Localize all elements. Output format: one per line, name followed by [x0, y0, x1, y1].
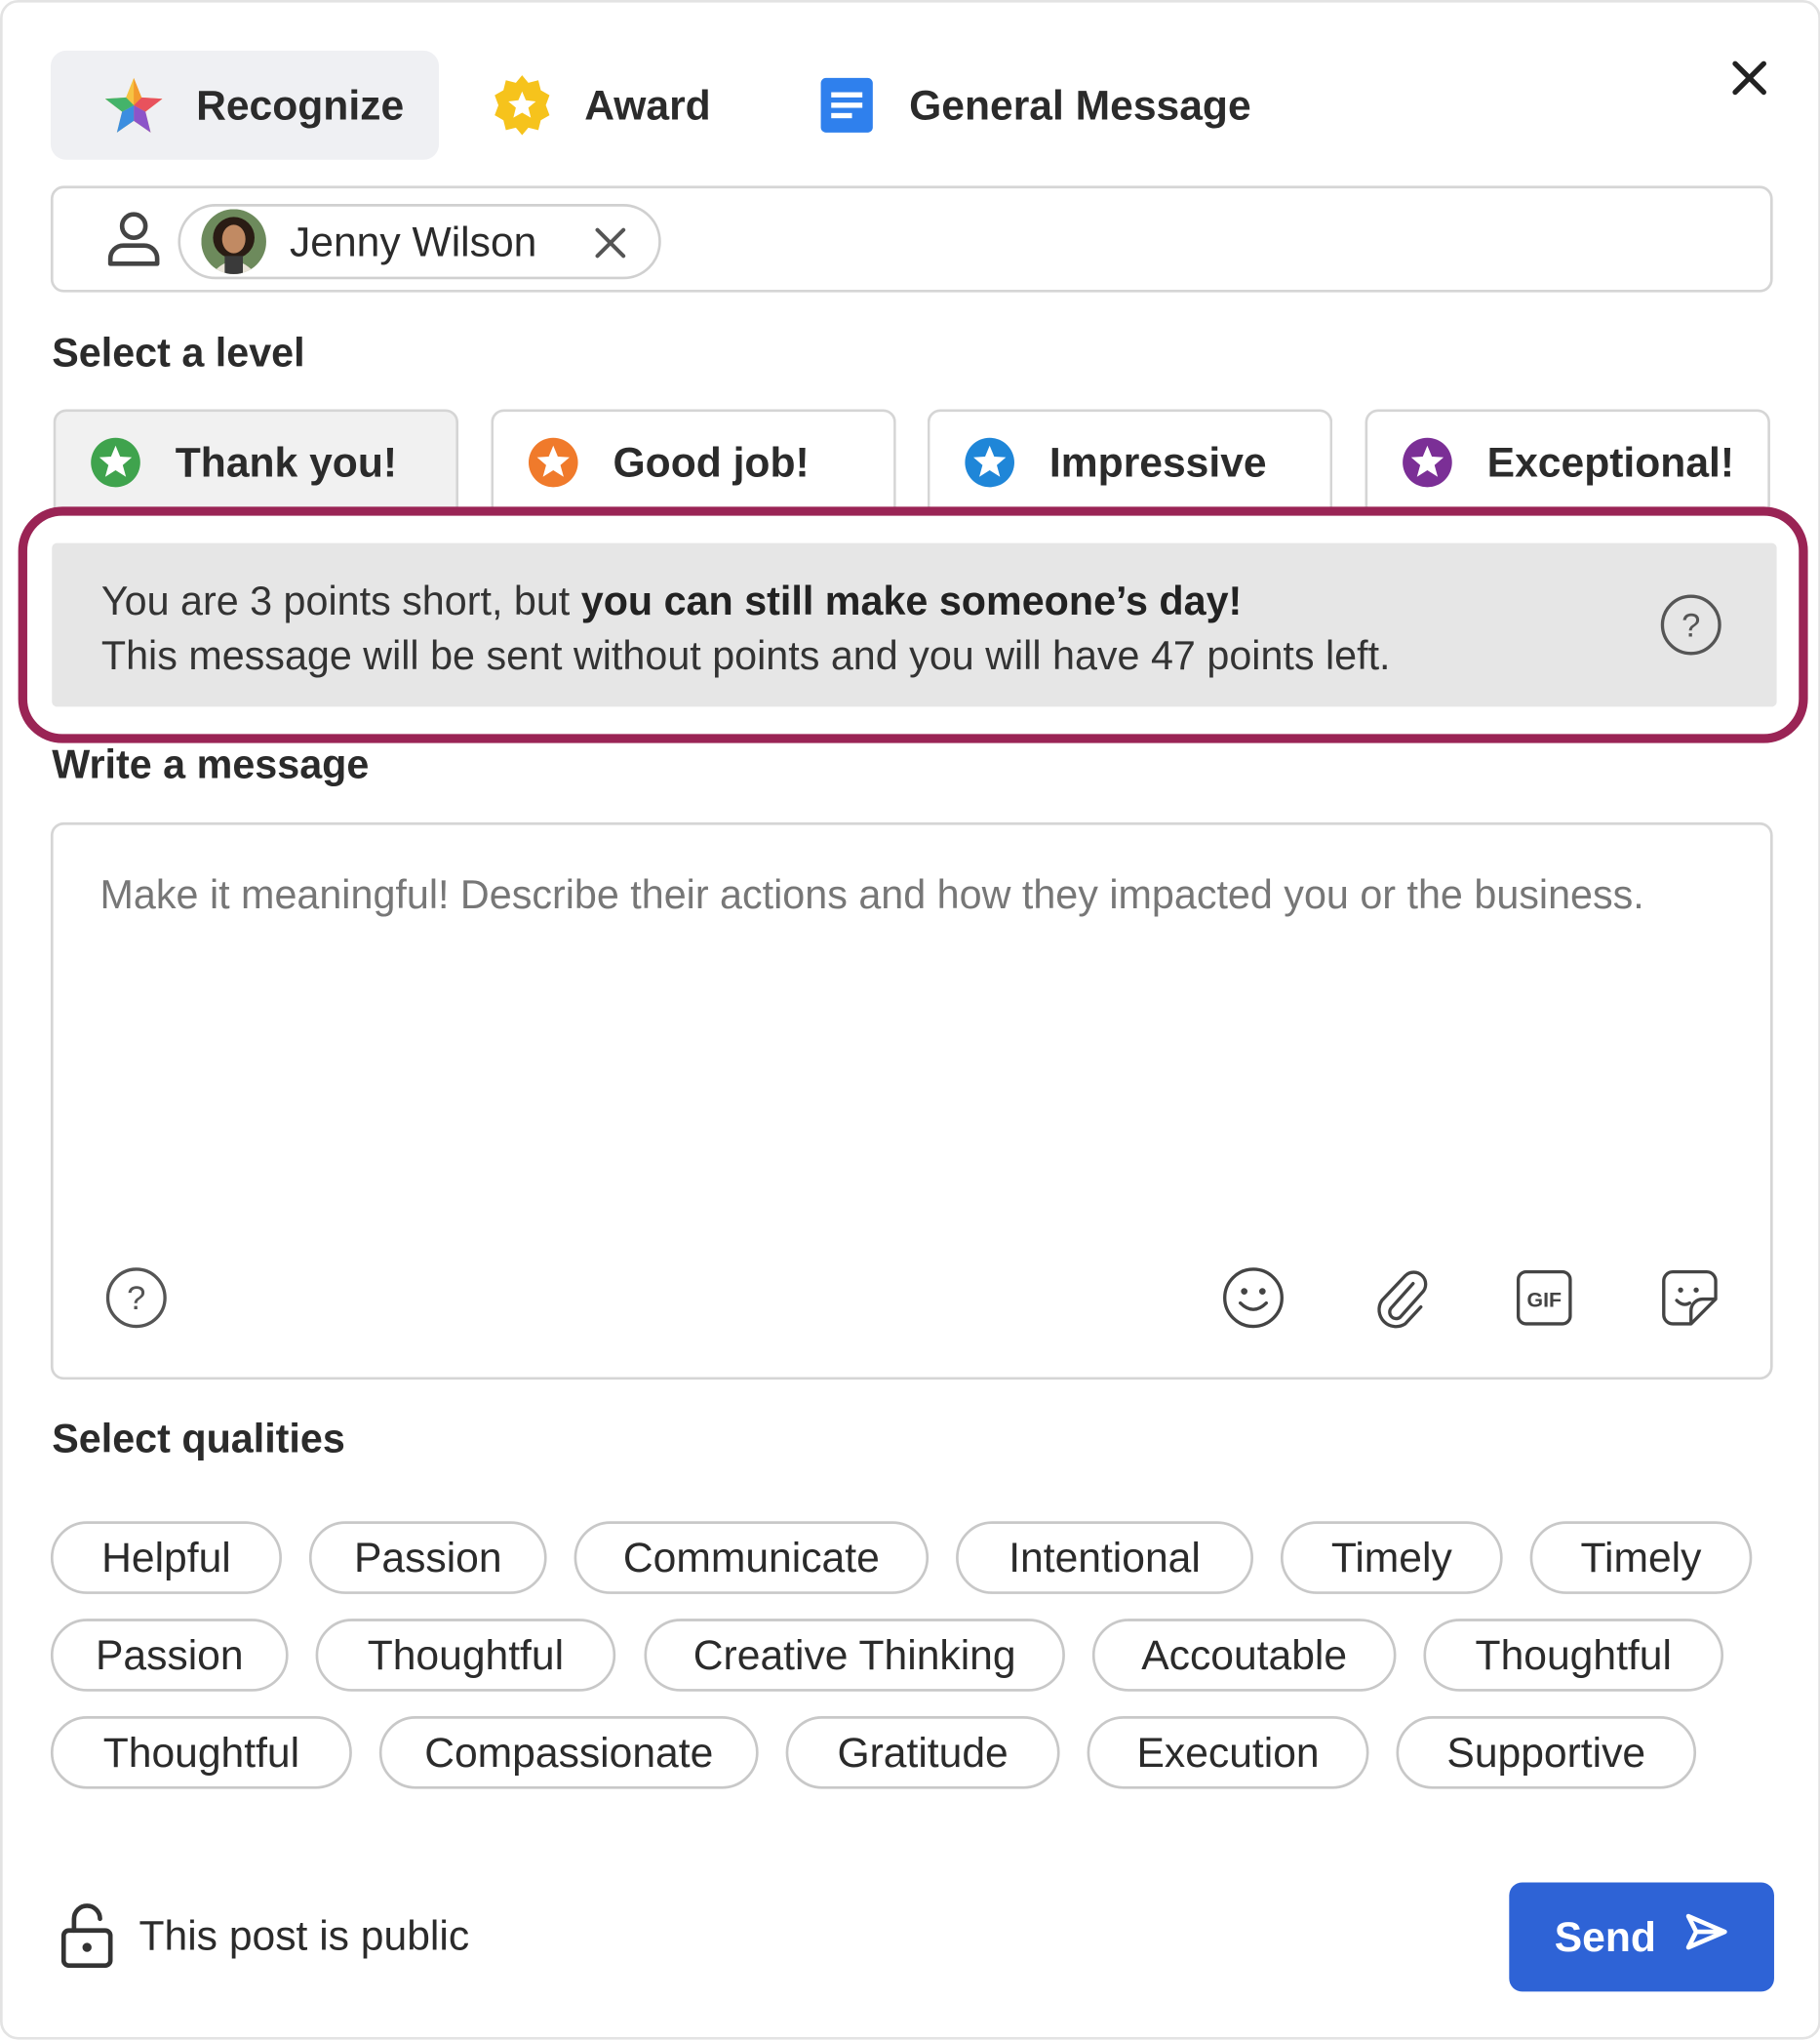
level-good-job[interactable]: Good job!	[491, 409, 896, 513]
help-icon[interactable]: ?	[1660, 594, 1722, 657]
help-icon[interactable]: ?	[102, 1264, 170, 1332]
svg-text:?: ?	[1682, 607, 1700, 644]
level-thank-you[interactable]: Thank you!	[53, 409, 459, 513]
avatar	[201, 209, 266, 274]
rainbow-star-icon	[102, 74, 165, 137]
sticker-icon[interactable]	[1656, 1264, 1723, 1332]
svg-text:GIF: GIF	[1527, 1289, 1563, 1312]
recipient-name: Jenny Wilson	[289, 218, 537, 264]
recognition-dialog: Recognize Award General Message Jenny Wi…	[0, 0, 1820, 2040]
quality-pill[interactable]: Supportive	[1396, 1716, 1697, 1789]
gif-icon[interactable]: GIF	[1511, 1264, 1578, 1332]
quality-pill[interactable]: Passion	[50, 1619, 289, 1692]
gold-badge-icon	[491, 74, 553, 137]
quality-pill[interactable]: Communicate	[574, 1521, 930, 1594]
send-label: Send	[1554, 1912, 1656, 1960]
quality-pill[interactable]: Execution	[1087, 1716, 1369, 1789]
quality-pill[interactable]: Intentional	[956, 1521, 1253, 1594]
level-exceptional[interactable]: Exceptional!	[1365, 409, 1770, 513]
notice-prefix: You are 3 points short, but	[100, 578, 581, 624]
attachment-icon[interactable]	[1367, 1264, 1435, 1332]
level-label: Impressive	[1048, 438, 1267, 486]
quality-pill[interactable]: Timely	[1529, 1521, 1753, 1594]
points-notice: You are 3 points short, but you can stil…	[52, 542, 1777, 707]
person-icon	[106, 211, 161, 268]
orange-star-icon	[528, 437, 578, 488]
notice-emphasis: you can still make someone’s day!	[580, 578, 1243, 624]
quality-pill[interactable]: Compassionate	[378, 1716, 759, 1789]
quality-pill[interactable]: Passion	[308, 1521, 547, 1594]
quality-pill[interactable]: Thoughtful	[1423, 1619, 1724, 1692]
unlock-icon	[59, 1901, 114, 1969]
send-button[interactable]: Send	[1509, 1882, 1774, 1992]
quality-pill[interactable]: Helpful	[50, 1521, 282, 1594]
tab-award[interactable]: Award	[442, 51, 761, 160]
quality-pill[interactable]: Creative Thinking	[644, 1619, 1065, 1692]
notice-line-1: You are 3 points short, but you can stil…	[101, 575, 1727, 629]
level-label: Good job!	[613, 438, 810, 486]
tab-label: General Message	[909, 81, 1251, 129]
levels-heading: Select a level	[52, 330, 305, 376]
privacy-text: This post is public	[138, 1912, 470, 1960]
level-label: Thank you!	[175, 438, 398, 486]
level-label: Exceptional!	[1486, 438, 1735, 486]
document-icon	[815, 74, 878, 137]
close-icon[interactable]	[1723, 52, 1775, 103]
green-star-icon	[91, 437, 140, 488]
qualities-heading: Select qualities	[52, 1416, 345, 1462]
quality-pill[interactable]: Gratitude	[785, 1716, 1060, 1789]
message-box: ? GIF	[50, 821, 1773, 1380]
message-input[interactable]	[99, 871, 1724, 1210]
remove-recipient-icon[interactable]	[592, 224, 628, 260]
tab-general-message[interactable]: General Message	[767, 51, 1301, 160]
tab-label: Recognize	[196, 81, 405, 129]
quality-pill[interactable]: Thoughtful	[315, 1619, 616, 1692]
quality-pill[interactable]: Timely	[1280, 1521, 1503, 1594]
blue-star-icon	[965, 437, 1014, 488]
send-arrow-icon	[1684, 1912, 1728, 1962]
message-heading: Write a message	[52, 741, 370, 787]
quality-pill[interactable]: Accoutable	[1091, 1619, 1397, 1692]
purple-star-icon	[1403, 437, 1452, 488]
notice-line-2: This message will be sent without points…	[100, 632, 1391, 679]
recipient-chip: Jenny Wilson	[178, 204, 661, 280]
emoji-icon[interactable]	[1219, 1264, 1286, 1332]
tab-recognize[interactable]: Recognize	[50, 50, 440, 160]
level-impressive[interactable]: Impressive	[927, 409, 1333, 513]
tab-label: Award	[584, 81, 711, 129]
quality-pill[interactable]: Thoughtful	[50, 1716, 352, 1789]
svg-text:?: ?	[127, 1280, 145, 1317]
